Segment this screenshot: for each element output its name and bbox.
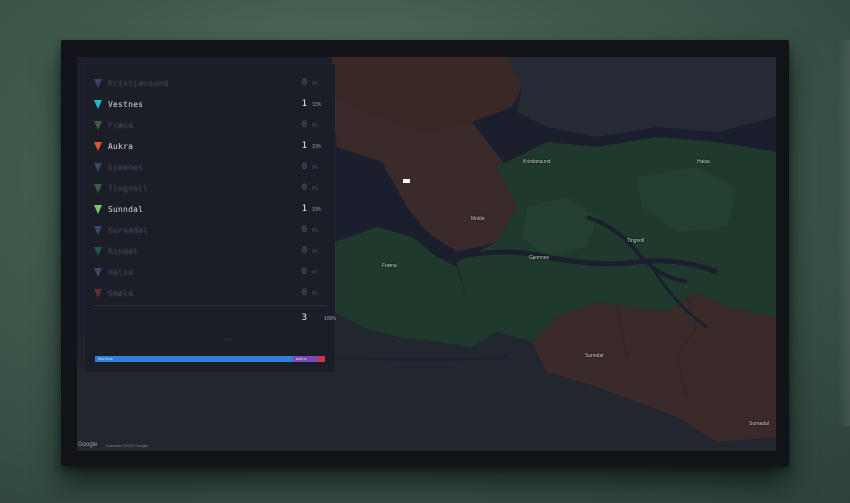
legend-row-name: Kristiansund	[108, 79, 169, 88]
map-label-fraena: Fræna	[382, 263, 397, 269]
map-label-sunndal: Sunndal	[585, 353, 604, 359]
legend-row[interactable]: Tingvoll 0 0%	[85, 179, 335, 199]
legend-row-pct: 33%	[312, 102, 322, 108]
panel-notch	[224, 338, 232, 341]
legend-row-pct: 33%	[312, 207, 322, 213]
legend-row-pct: 0%	[312, 186, 319, 192]
map-pin-icon	[94, 247, 102, 256]
google-logo[interactable]: Google	[78, 442, 97, 448]
map-pin-icon	[94, 163, 102, 172]
legend-row-count: 0	[301, 288, 307, 298]
legend-row-pct: 0%	[312, 81, 319, 87]
legend-row[interactable]: Kristiansund 0 0%	[85, 74, 335, 94]
legend-row-count: 0	[301, 120, 307, 130]
legend-row-pct: 0%	[312, 123, 319, 129]
legend-row-name: Vestnes	[108, 100, 144, 109]
legend-row-name: Sunndal	[108, 205, 144, 214]
legend-row-name: Halsa	[108, 268, 134, 277]
map-label-halsa: Halsa	[697, 159, 710, 165]
legend-total-count: 3	[301, 313, 307, 323]
legend-row-count: 0	[301, 246, 307, 256]
map-pin-icon	[94, 205, 102, 214]
legend-divider	[93, 305, 327, 306]
legend-row-count: 0	[301, 267, 307, 277]
map-pin-icon	[94, 100, 102, 109]
legend-row-name: Tingvoll	[108, 184, 149, 193]
legend-row-count: 1	[301, 99, 307, 109]
legend-row-pct: 0%	[312, 270, 319, 276]
legend-row-name: Smøla	[108, 289, 134, 298]
map-pin-icon	[94, 79, 102, 88]
bezel-shine	[838, 40, 850, 426]
legend-row[interactable]: Surnadal 0 0%	[85, 221, 335, 241]
legend-total-pct: 100%	[324, 316, 337, 322]
map-pin-icon	[94, 184, 102, 193]
legend-row[interactable]: Halsa 0 0%	[85, 263, 335, 283]
legend-row-name: Rindal	[108, 247, 139, 256]
legend-row[interactable]: Fræna 0 0%	[85, 116, 335, 136]
legend-row-pct: 0%	[312, 228, 319, 234]
legend-row[interactable]: Smøla 0 0%	[85, 284, 335, 304]
map-pin-icon	[94, 121, 102, 130]
distribution-segment	[318, 356, 325, 362]
distribution-segment: Vestnes	[95, 356, 293, 362]
legend-row[interactable]: Rindal 0 0%	[85, 242, 335, 262]
map-label-tingvoll: Tingvoll	[627, 238, 645, 244]
map-label-kristiansund: Kristiansund	[523, 159, 551, 165]
legend-row-count: 0	[301, 183, 307, 193]
legend-row-name: Gjemnes	[108, 163, 144, 172]
legend-row[interactable]: Aukra 1 33%	[85, 137, 335, 157]
map-marker[interactable]	[403, 179, 410, 183]
map-label-surnadal: Surnadal	[749, 421, 770, 427]
legend-row-count: 1	[301, 141, 307, 151]
legend-row-count: 0	[301, 78, 307, 88]
distribution-bar: Vestnes Aukra	[95, 356, 325, 362]
legend-row[interactable]: Sunndal 1 33%	[85, 200, 335, 220]
map-screen[interactable]: Kristiansund Molde Fræna Gjemnes Tingvol…	[77, 57, 776, 451]
map-label-molde: Molde	[471, 216, 485, 222]
map-pin-icon	[94, 268, 102, 277]
map-pin-icon	[94, 142, 102, 151]
distribution-segment: Aukra	[292, 356, 319, 362]
map-pin-icon	[94, 226, 102, 235]
legend-row-pct: 33%	[312, 144, 322, 150]
legend-row-name: Fræna	[108, 121, 134, 130]
legend-row-count: 0	[301, 225, 307, 235]
distribution-segment-label: Vestnes	[98, 357, 113, 361]
legend-row-name: Aukra	[108, 142, 134, 151]
legend-row-pct: 0%	[312, 249, 319, 255]
legend-panel: 3 100% Kristiansund 0 0% Vestnes 1 33% Fræna 0 0…	[85, 64, 337, 372]
map-pin-icon	[94, 289, 102, 298]
map-attribution[interactable]: Kartdata ©2023 Google	[106, 443, 148, 448]
legend-row[interactable]: Gjemnes 0 0%	[85, 158, 335, 178]
legend-row-pct: 0%	[312, 165, 319, 171]
map-label-gjemnes: Gjemnes	[529, 255, 550, 261]
distribution-panel: Vestnes Aukra	[85, 347, 335, 371]
legend-row-name: Surnadal	[108, 226, 149, 235]
legend-row-pct: 0%	[312, 291, 319, 297]
legend-row-count: 1	[301, 204, 307, 214]
distribution-segment-label: Aukra	[295, 357, 307, 361]
legend-row[interactable]: Vestnes 1 33%	[85, 95, 335, 115]
legend-row-count: 0	[301, 162, 307, 172]
